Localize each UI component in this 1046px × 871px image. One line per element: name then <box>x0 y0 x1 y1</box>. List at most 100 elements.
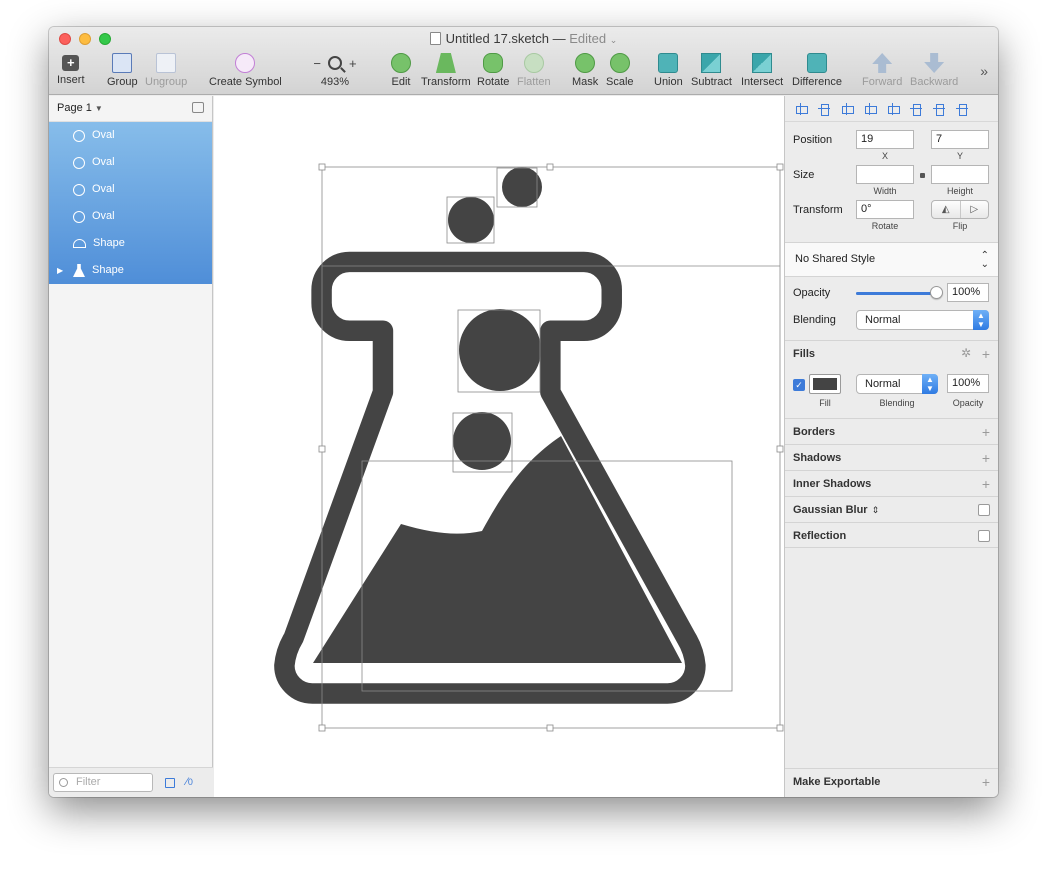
gaussian-blur-checkbox[interactable] <box>978 504 990 516</box>
shadows-section-header[interactable]: Shadows + <box>785 444 998 470</box>
zoom-in-button[interactable]: + <box>349 56 357 71</box>
layer-oval-1[interactable]: Oval <box>49 122 212 149</box>
align-right-icon[interactable] <box>887 102 900 115</box>
align-bottom-icon[interactable] <box>956 103 968 116</box>
ungroup-button[interactable]: Ungroup <box>145 53 187 88</box>
transform-label: Transform <box>793 204 843 216</box>
title-chevron-icon[interactable]: ⌄ <box>610 35 618 45</box>
plus-icon: + <box>62 55 80 71</box>
gaussian-blur-section-header[interactable]: Gaussian Blur ⇕ <box>785 496 998 522</box>
blending-value: Normal <box>865 314 901 326</box>
flip-vertical-button[interactable]: ▷ <box>959 201 989 218</box>
bubble-large[interactable] <box>459 309 541 391</box>
align-center-icon[interactable] <box>864 102 877 115</box>
fill-color-swatch[interactable] <box>809 374 841 394</box>
fill-checkbox[interactable]: ✓ <box>793 379 805 391</box>
add-border-button[interactable]: + <box>982 424 990 440</box>
align-top-icon[interactable] <box>910 103 922 116</box>
title-separator: — <box>552 31 566 46</box>
reflection-label: Reflection <box>793 530 847 542</box>
bubble-small-right[interactable] <box>502 167 542 207</box>
add-shadow-button[interactable]: + <box>982 450 990 466</box>
transform-button[interactable]: Transform <box>421 53 471 88</box>
insert-label: Insert <box>57 74 85 86</box>
rotate-button[interactable]: Rotate <box>477 53 509 88</box>
forward-button[interactable]: Forward <box>862 53 902 88</box>
distribute-horizontal-icon[interactable] <box>795 102 808 115</box>
create-symbol-button[interactable]: Create Symbol <box>209 53 282 88</box>
flatten-button[interactable]: Flatten <box>517 53 551 88</box>
add-fill-button[interactable]: + <box>982 346 990 362</box>
mask-button[interactable]: Mask <box>572 53 598 88</box>
backward-button[interactable]: Backward <box>910 53 958 88</box>
flip-horizontal-button[interactable]: ◭ <box>932 201 960 218</box>
intersect-button[interactable]: Intersect <box>741 53 783 88</box>
distribute-vertical-icon[interactable] <box>818 103 830 116</box>
document-icon <box>429 32 441 45</box>
insert-button[interactable]: + Insert <box>57 53 85 86</box>
group-label: Group <box>107 76 138 88</box>
reflection-checkbox[interactable] <box>978 530 990 542</box>
filter-input[interactable]: Filter <box>53 773 153 792</box>
page-name: Page 1 <box>57 102 92 114</box>
zoom-control[interactable]: − + 493% <box>307 53 363 89</box>
y-field[interactable]: 7 <box>931 130 989 149</box>
edited-status[interactable]: Edited <box>569 31 606 46</box>
layer-shape-1[interactable]: Shape <box>49 230 212 257</box>
oval-icon <box>73 156 85 169</box>
x-field[interactable]: 19 <box>856 130 914 149</box>
position-row: Position 19 7 X Y <box>785 130 998 164</box>
scale-button[interactable]: Scale <box>606 53 634 88</box>
height-field[interactable] <box>931 165 989 184</box>
layer-label: Shape <box>92 264 124 276</box>
reflection-section-header[interactable]: Reflection <box>785 522 998 548</box>
rotate-sublabel: Rotate <box>871 221 899 231</box>
opacity-field[interactable]: 100% <box>947 283 989 302</box>
add-inner-shadow-button[interactable]: + <box>982 476 990 492</box>
difference-label: Difference <box>792 76 842 88</box>
borders-label: Borders <box>793 426 836 438</box>
page-caret-icon: ▼ <box>94 104 103 113</box>
layer-oval-4[interactable]: Oval <box>49 203 212 230</box>
canvas[interactable] <box>214 96 784 797</box>
disclosure-triangle-icon[interactable]: ▶ <box>57 257 63 284</box>
blending-select[interactable]: Normal ▲ ▼ <box>856 310 989 330</box>
shared-style-selector[interactable]: No Shared Style ⌃ ⌄ <box>785 242 998 277</box>
opacity-slider[interactable] <box>856 292 936 295</box>
rotate-label: Rotate <box>477 76 510 88</box>
layer-label: Oval <box>92 156 115 168</box>
width-field[interactable] <box>856 165 914 184</box>
flip-control: ◭ ▷ <box>931 200 989 219</box>
make-exportable-section[interactable]: Make Exportable + <box>785 768 998 797</box>
layer-shape-2[interactable]: ▶ Shape <box>49 257 212 284</box>
page-selector[interactable]: Page 1 ▼ <box>49 96 212 122</box>
toggle-pages-icon[interactable] <box>192 102 204 113</box>
zoom-out-button[interactable]: − <box>313 56 321 71</box>
fill-blend-select[interactable]: Normal ▲ ▼ <box>856 374 938 394</box>
slice-filter-icon[interactable]: ⁄0 <box>186 776 193 788</box>
gear-icon[interactable]: ✲ <box>961 346 971 360</box>
artboard-filter-icon[interactable] <box>165 778 175 788</box>
fill-opacity-field[interactable]: 100% <box>947 374 989 393</box>
edit-button[interactable]: Edit <box>391 53 411 88</box>
rotate-field[interactable]: 0° <box>856 200 914 219</box>
bubble-small-left[interactable] <box>448 197 494 243</box>
align-middle-icon[interactable] <box>933 103 945 116</box>
layer-oval-2[interactable]: Oval <box>49 149 212 176</box>
union-button[interactable]: Union <box>654 53 683 88</box>
create-symbol-label: Create Symbol <box>209 76 282 88</box>
y-sublabel: Y <box>956 151 963 161</box>
align-left-icon[interactable] <box>841 102 854 115</box>
toolbar-overflow-button[interactable]: » <box>980 63 988 79</box>
layer-oval-3[interactable]: Oval <box>49 176 212 203</box>
subtract-button[interactable]: Subtract <box>691 53 732 88</box>
difference-button[interactable]: Difference <box>792 53 842 88</box>
inner-shadows-section-header[interactable]: Inner Shadows + <box>785 470 998 496</box>
artwork <box>274 163 784 732</box>
lock-icon[interactable] <box>920 173 925 178</box>
group-button[interactable]: Group <box>107 53 138 88</box>
updown-chevron-icon[interactable]: ⇕ <box>872 505 880 515</box>
opacity-slider-knob[interactable] <box>929 286 943 299</box>
borders-section-header[interactable]: Borders + <box>785 418 998 444</box>
add-export-button[interactable]: + <box>982 774 990 790</box>
